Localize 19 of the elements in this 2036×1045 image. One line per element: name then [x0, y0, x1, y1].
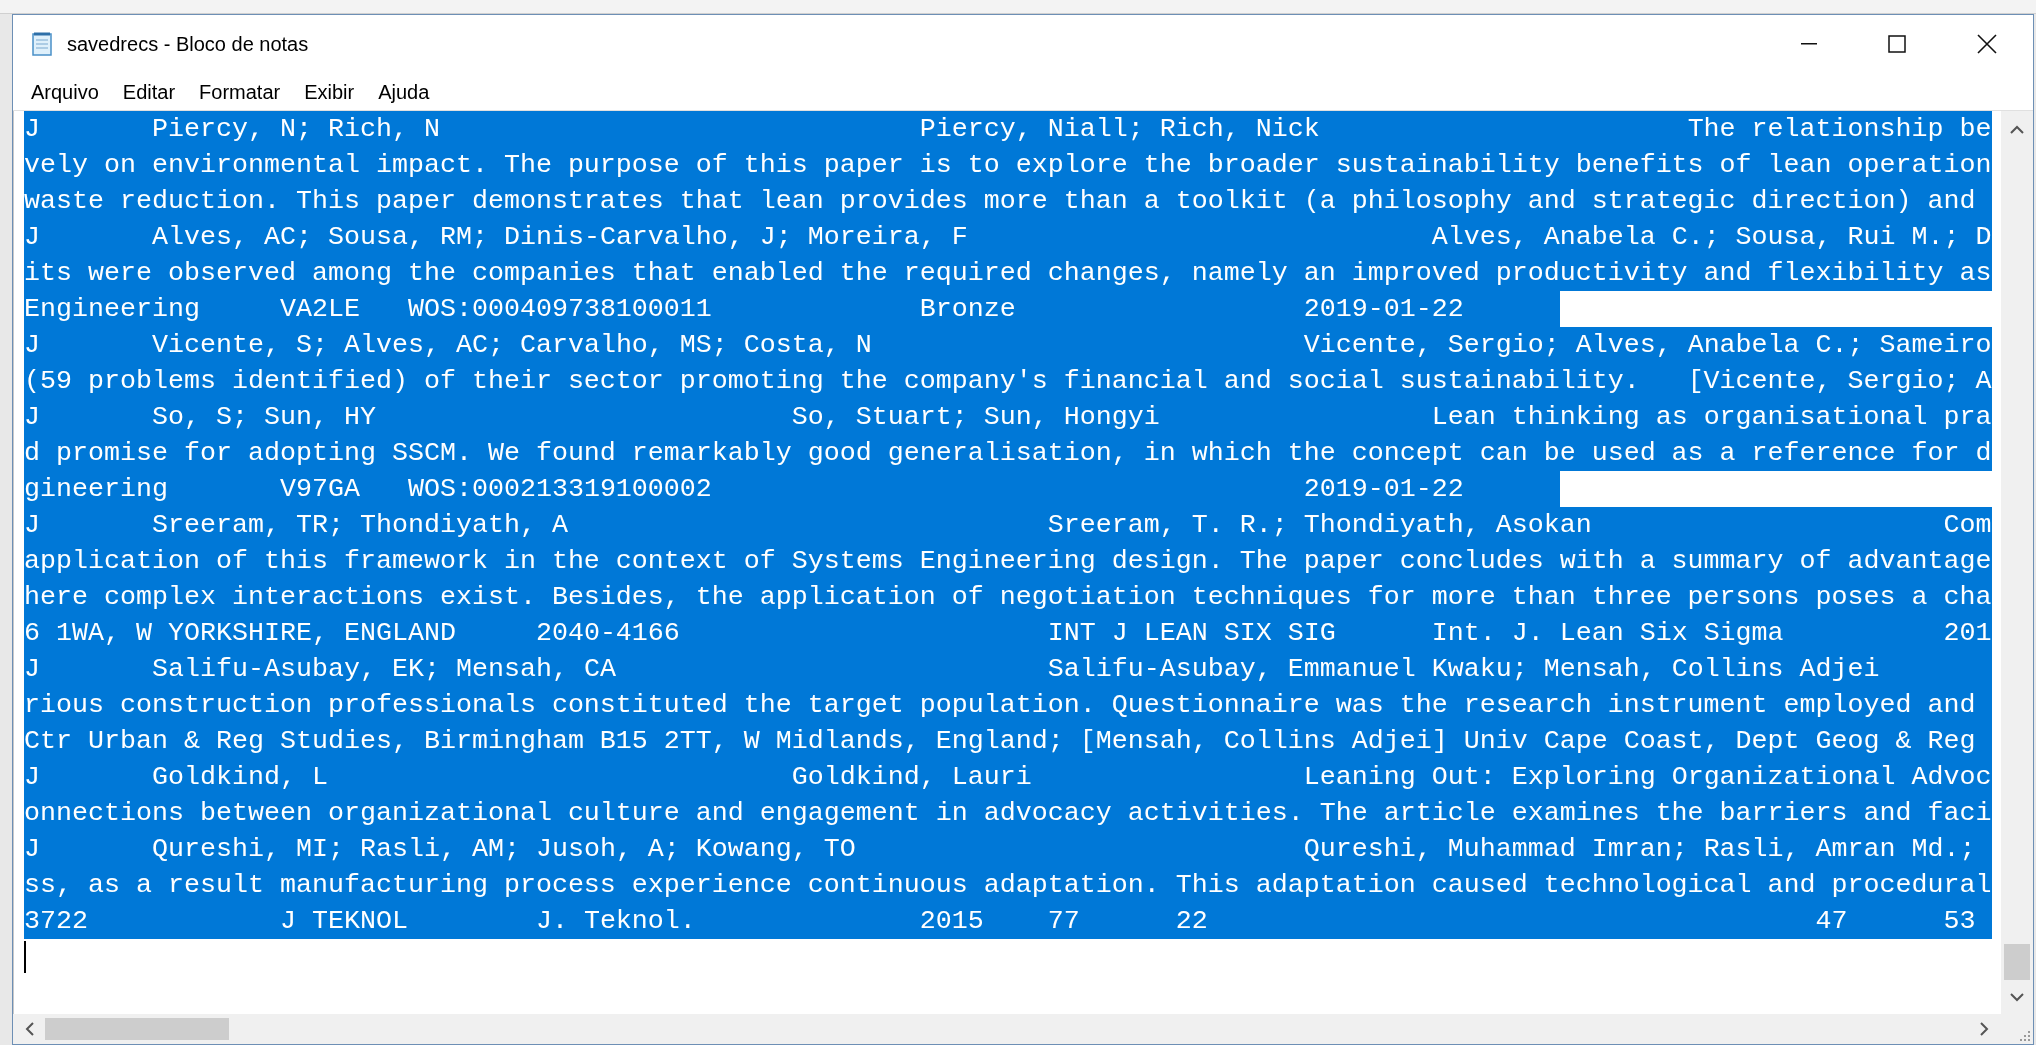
menu-item[interactable]: Formatar: [189, 76, 291, 107]
minimize-icon: [1801, 43, 1817, 45]
maximize-icon: [1888, 35, 1906, 53]
menu-item[interactable]: Exibir: [294, 76, 365, 107]
scroll-up-icon[interactable]: [2010, 125, 2024, 135]
scrollbar-thumb[interactable]: [45, 1018, 229, 1040]
scrollbar-thumb[interactable]: [2004, 944, 2030, 980]
menu-item[interactable]: Editar: [112, 76, 186, 107]
scroll-left-icon[interactable]: [25, 1022, 35, 1036]
window-title: savedrecs - Bloco de notas: [67, 32, 309, 57]
horizontal-scrollbar[interactable]: [13, 1014, 2001, 1044]
close-icon: [1977, 34, 1997, 54]
menu-item[interactable]: Ajuda: [368, 76, 440, 107]
resize-grip-icon[interactable]: [2019, 1030, 2031, 1042]
vertical-scrollbar[interactable]: [2001, 111, 2033, 1014]
scroll-right-icon[interactable]: [1979, 1022, 1989, 1036]
notepad-icon: [29, 31, 55, 57]
menu-item[interactable]: Arquivo: [21, 76, 109, 107]
scroll-down-icon[interactable]: [2010, 992, 2024, 1002]
